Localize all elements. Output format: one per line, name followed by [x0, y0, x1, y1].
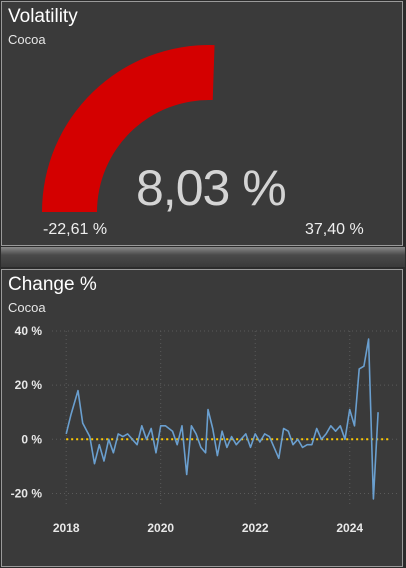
series-line	[65, 338, 379, 500]
change-panel: Change % Cocoa 40 % 20 % 0 % -20 % 2018 2020 2…	[1, 269, 403, 567]
panel-divider	[1, 247, 405, 267]
x-tick-label: 2022	[242, 521, 269, 535]
y-tick-label: 0 %	[21, 432, 42, 446]
x-tick-label: 2018	[53, 521, 80, 535]
gauge-value: 8,03 %	[136, 160, 287, 216]
y-tick-label: -20 %	[11, 486, 43, 500]
gauge-max-label: 37,40 %	[305, 221, 364, 238]
y-tick-label: 40 %	[15, 324, 43, 338]
gauge-min-label: -22,61 %	[43, 221, 108, 238]
y-tick-label: 20 %	[15, 378, 43, 392]
x-tick-label: 2020	[147, 521, 174, 535]
volatility-panel: Volatility Cocoa 8,03 % -22,61 % 37,40 %	[1, 1, 403, 246]
x-tick-label: 2024	[336, 521, 363, 535]
change-chart: 40 % 20 % 0 % -20 % 2018 2020 2022 2024	[11, 324, 397, 535]
